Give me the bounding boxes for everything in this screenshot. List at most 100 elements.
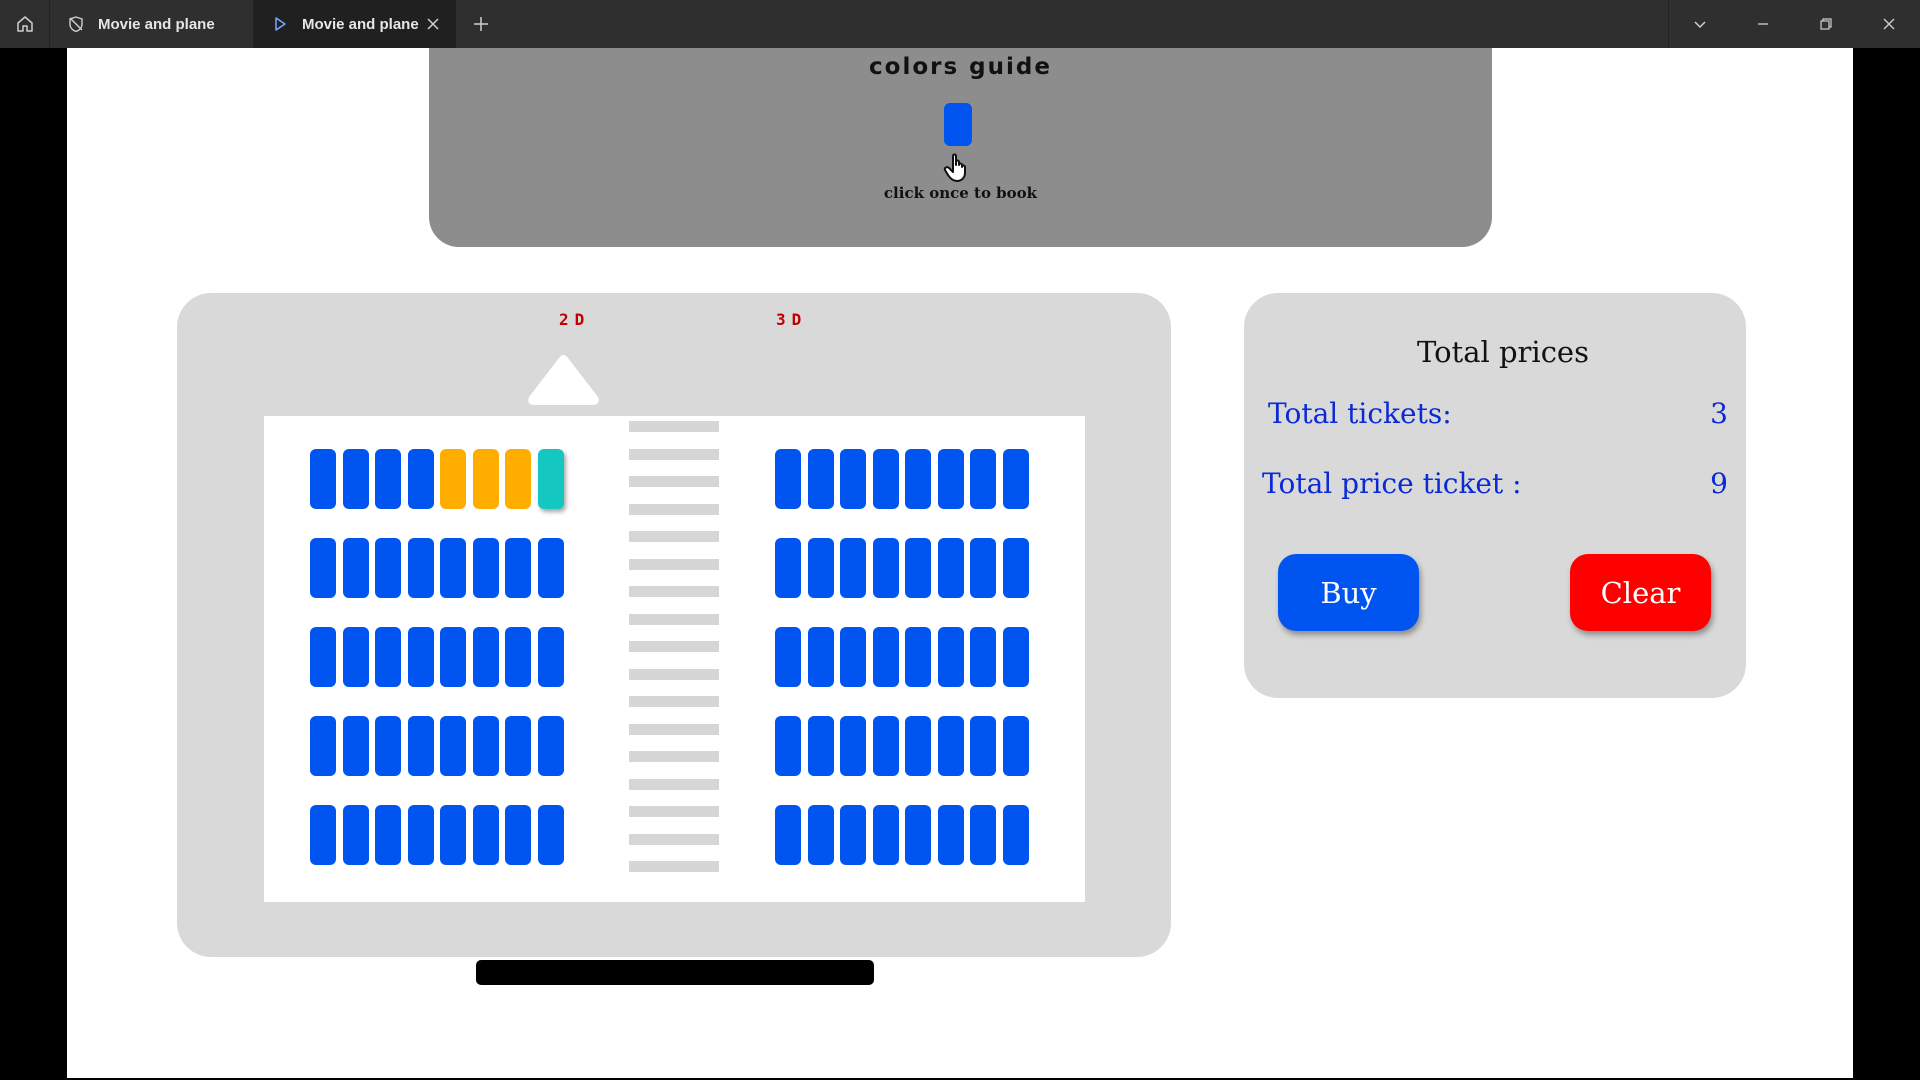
minimize-button[interactable] (1731, 0, 1794, 48)
seat-available[interactable] (472, 716, 499, 776)
seat-available[interactable] (472, 805, 499, 865)
seat-available[interactable] (775, 449, 801, 509)
seat-available[interactable] (807, 449, 834, 509)
seat-available[interactable] (1002, 449, 1029, 509)
seat-available[interactable] (472, 538, 499, 598)
new-tab-button[interactable] (456, 0, 506, 48)
tab-movie-and-plane-2[interactable]: Movie and plane (254, 0, 456, 48)
seat-available[interactable] (407, 805, 434, 865)
seat-available[interactable] (905, 716, 932, 776)
seat-available[interactable] (840, 538, 867, 598)
seat-available[interactable] (970, 716, 997, 776)
seat-available[interactable] (775, 627, 801, 687)
seat-available[interactable] (775, 716, 801, 776)
seat-available[interactable] (342, 805, 369, 865)
seat-available[interactable] (1002, 627, 1029, 687)
seat-available[interactable] (537, 805, 564, 865)
seat-available[interactable] (872, 627, 899, 687)
home-button[interactable] (0, 0, 50, 48)
seat-available[interactable] (407, 538, 434, 598)
seat-available[interactable] (872, 716, 899, 776)
seat-available[interactable] (1002, 805, 1029, 865)
seat-booked[interactable] (505, 449, 532, 509)
seat-available[interactable] (970, 627, 997, 687)
seat-available[interactable] (970, 449, 997, 509)
seat-available[interactable] (440, 716, 467, 776)
seat-3d-row-4 (775, 716, 1029, 776)
tab-movie-and-plane-1[interactable]: Movie and plane (50, 0, 254, 48)
seat-available[interactable] (905, 538, 932, 598)
seat-available[interactable] (310, 627, 336, 687)
seat-available[interactable] (310, 805, 336, 865)
seat-available[interactable] (905, 449, 932, 509)
seat-available[interactable] (375, 449, 402, 509)
seat-available[interactable] (375, 716, 402, 776)
seat-booked[interactable] (472, 449, 499, 509)
seat-available[interactable] (440, 627, 467, 687)
buy-button[interactable]: Buy (1278, 554, 1419, 631)
seat-available[interactable] (375, 805, 402, 865)
seat-available[interactable] (1002, 538, 1029, 598)
seat-available[interactable] (537, 538, 564, 598)
close-window-button[interactable] (1857, 0, 1920, 48)
seat-available[interactable] (342, 627, 369, 687)
seat-available[interactable] (905, 805, 932, 865)
seat-available[interactable] (342, 716, 369, 776)
seat-available[interactable] (872, 805, 899, 865)
seat-available[interactable] (970, 805, 997, 865)
seat-available[interactable] (807, 538, 834, 598)
seat-available[interactable] (440, 805, 467, 865)
seat-available[interactable] (937, 716, 964, 776)
seat-available[interactable] (840, 805, 867, 865)
seat-available[interactable] (440, 538, 467, 598)
stage-bar (476, 960, 874, 985)
seat-available[interactable] (1002, 716, 1029, 776)
seat-available[interactable] (840, 449, 867, 509)
seat-available[interactable] (775, 805, 801, 865)
seat-available[interactable] (375, 538, 402, 598)
seat-available[interactable] (407, 449, 434, 509)
restore-button[interactable] (1794, 0, 1857, 48)
seat-available[interactable] (407, 627, 434, 687)
aisle-line (629, 696, 719, 707)
seat-available[interactable] (537, 627, 564, 687)
seat-2d-row-4 (310, 716, 564, 776)
seat-booked[interactable] (440, 449, 467, 509)
seat-available[interactable] (840, 627, 867, 687)
seat-available[interactable] (872, 538, 899, 598)
total-prices-panel: Total prices Total tickets: 3 Total pric… (1244, 293, 1746, 698)
seat-available[interactable] (905, 627, 932, 687)
aisle-line (629, 503, 719, 515)
seat-available[interactable] (937, 449, 964, 509)
seat-selected[interactable] (537, 449, 564, 509)
seat-available[interactable] (505, 538, 532, 598)
seat-available[interactable] (375, 627, 402, 687)
seat-available[interactable] (407, 716, 434, 776)
aisle-line (629, 476, 719, 487)
seat-available[interactable] (505, 805, 532, 865)
seat-available[interactable] (310, 538, 336, 598)
seat-available[interactable] (537, 716, 564, 776)
seat-available[interactable] (937, 538, 964, 598)
seat-available[interactable] (310, 449, 336, 509)
seat-available[interactable] (807, 805, 834, 865)
seat-available[interactable] (937, 627, 964, 687)
close-tab-button[interactable] (424, 15, 442, 33)
seat-available[interactable] (505, 627, 532, 687)
seat-available[interactable] (970, 538, 997, 598)
aisle-line (629, 806, 719, 817)
seat-available[interactable] (472, 627, 499, 687)
seat-available[interactable] (310, 716, 336, 776)
seat-available[interactable] (872, 449, 899, 509)
tab-list-button[interactable] (1668, 0, 1731, 48)
close-icon (1883, 18, 1894, 30)
seat-available[interactable] (937, 805, 964, 865)
seat-available[interactable] (807, 716, 834, 776)
seat-available[interactable] (775, 538, 801, 598)
seat-available[interactable] (840, 716, 867, 776)
clear-button[interactable]: Clear (1570, 554, 1711, 631)
seat-available[interactable] (505, 716, 532, 776)
seat-available[interactable] (342, 538, 369, 598)
seat-available[interactable] (342, 449, 369, 509)
seat-available[interactable] (807, 627, 834, 687)
